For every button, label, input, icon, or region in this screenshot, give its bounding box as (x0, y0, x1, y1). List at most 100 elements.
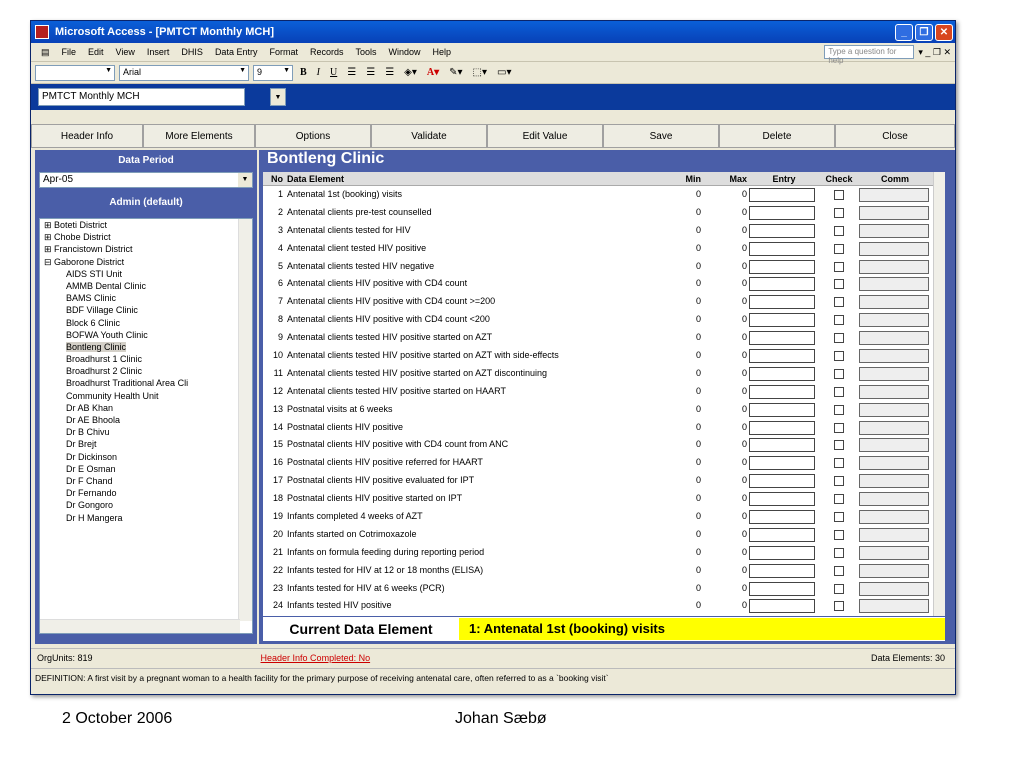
check-checkbox[interactable] (834, 351, 844, 362)
comment-input[interactable] (859, 545, 929, 560)
entry-input[interactable] (749, 205, 815, 220)
comment-input[interactable] (859, 563, 929, 578)
tree-item[interactable]: Block 6 Clinic (40, 317, 252, 329)
delete-button[interactable]: Delete (719, 124, 835, 148)
comment-input[interactable] (859, 223, 929, 238)
entry-input[interactable] (749, 438, 815, 453)
entry-input[interactable] (749, 277, 815, 292)
fill-color-icon[interactable]: ◈▾ (401, 67, 420, 78)
comment-input[interactable] (859, 420, 929, 435)
tree-item[interactable]: Broadhurst 1 Clinic (40, 353, 252, 365)
header-info-status[interactable]: Header Info Completed: No (261, 653, 371, 663)
check-checkbox[interactable] (834, 315, 844, 326)
check-checkbox[interactable] (834, 243, 844, 254)
object-combo[interactable]: ▼ (35, 64, 115, 81)
tree-item[interactable]: AIDS STI Unit (40, 268, 252, 280)
menu-insert[interactable]: Insert (141, 47, 176, 57)
comment-input[interactable] (859, 384, 929, 399)
line-color-icon[interactable]: ✎▾ (446, 67, 465, 78)
tree-item[interactable]: Dr Gongoro (40, 499, 252, 511)
tree-item[interactable]: BOFWA Youth Clinic (40, 329, 252, 341)
menu-format[interactable]: Format (263, 47, 304, 57)
comment-input[interactable] (859, 438, 929, 453)
entry-input[interactable] (749, 313, 815, 328)
tree-item[interactable]: Broadhurst Traditional Area Cli (40, 377, 252, 389)
check-checkbox[interactable] (834, 476, 844, 487)
check-checkbox[interactable] (834, 386, 844, 397)
help-search-input[interactable]: Type a question for help (824, 45, 915, 65)
header-info-button[interactable]: Header Info (31, 124, 143, 148)
check-checkbox[interactable] (834, 565, 844, 576)
tree-horizontal-scrollbar[interactable] (40, 619, 240, 633)
menu-dhis[interactable]: DHIS (175, 47, 209, 57)
comment-input[interactable] (859, 474, 929, 489)
tree-item[interactable]: Dr Fernando (40, 487, 252, 499)
entry-input[interactable] (749, 599, 815, 614)
check-checkbox[interactable] (834, 422, 844, 433)
options-button[interactable]: Options (255, 124, 371, 148)
check-checkbox[interactable] (834, 190, 844, 200)
check-checkbox[interactable] (834, 529, 844, 540)
check-checkbox[interactable] (834, 601, 844, 612)
comment-input[interactable] (859, 349, 929, 364)
maximize-button[interactable]: ❐ (915, 23, 933, 41)
menu-edit[interactable]: Edit (82, 47, 110, 57)
check-checkbox[interactable] (834, 225, 844, 236)
italic-button[interactable]: I (314, 67, 323, 78)
underline-button[interactable]: U (327, 67, 340, 78)
tree-item[interactable]: ⊞ Chobe District (40, 231, 252, 243)
comment-input[interactable] (859, 313, 929, 328)
check-checkbox[interactable] (834, 583, 844, 594)
tree-item[interactable]: Dr F Chand (40, 475, 252, 487)
comment-input[interactable] (859, 241, 929, 256)
tree-item[interactable]: Community Health Unit (40, 390, 252, 402)
menu-records[interactable]: Records (304, 47, 350, 57)
entry-input[interactable] (749, 188, 815, 202)
check-checkbox[interactable] (834, 279, 844, 290)
entry-input[interactable] (749, 474, 815, 489)
save-button[interactable]: Save (603, 124, 719, 148)
tree-item[interactable]: Dr AE Bhoola (40, 414, 252, 426)
doc-icon[interactable]: ▤ (35, 47, 56, 58)
comment-input[interactable] (859, 527, 929, 542)
check-checkbox[interactable] (834, 547, 844, 558)
comment-input[interactable] (859, 188, 929, 202)
tree-vertical-scrollbar[interactable] (238, 219, 252, 621)
comment-input[interactable] (859, 581, 929, 596)
close-window-button[interactable]: ✕ (935, 23, 953, 41)
comment-input[interactable] (859, 259, 929, 274)
menu-help[interactable]: Help (427, 47, 458, 57)
border-icon[interactable]: ⬚▾ (470, 67, 490, 78)
tree-item-selected[interactable]: Bontleng Clinic (66, 341, 127, 352)
entry-input[interactable] (749, 295, 815, 310)
tree-item[interactable]: Dr Brejt (40, 438, 252, 450)
tree-item[interactable]: Dr Dickinson (40, 451, 252, 463)
entry-input[interactable] (749, 223, 815, 238)
font-color-icon[interactable]: A▾ (424, 67, 442, 78)
align-right-icon[interactable]: ☰ (382, 67, 397, 78)
tree-item[interactable]: BAMS Clinic (40, 292, 252, 304)
comment-input[interactable] (859, 402, 929, 417)
edit-value-button[interactable]: Edit Value (487, 124, 603, 148)
entry-input[interactable] (749, 402, 815, 417)
comment-input[interactable] (859, 510, 929, 525)
validate-button[interactable]: Validate (371, 124, 487, 148)
entry-input[interactable] (749, 331, 815, 346)
check-checkbox[interactable] (834, 333, 844, 344)
tree-item[interactable]: Dr H Mangera (40, 512, 252, 524)
comment-input[interactable] (859, 492, 929, 507)
menu-window[interactable]: Window (383, 47, 427, 57)
entry-input[interactable] (749, 349, 815, 364)
check-checkbox[interactable] (834, 440, 844, 451)
comment-input[interactable] (859, 599, 929, 614)
comment-input[interactable] (859, 205, 929, 220)
entry-input[interactable] (749, 420, 815, 435)
entry-input[interactable] (749, 259, 815, 274)
check-checkbox[interactable] (834, 297, 844, 308)
grid-vertical-scrollbar[interactable] (933, 172, 945, 616)
tree-item[interactable]: AMMB Dental Clinic (40, 280, 252, 292)
line-width-icon[interactable]: ▭▾ (494, 67, 514, 78)
bold-button[interactable]: B (297, 67, 310, 78)
menu-file[interactable]: File (56, 47, 83, 57)
check-checkbox[interactable] (834, 494, 844, 505)
